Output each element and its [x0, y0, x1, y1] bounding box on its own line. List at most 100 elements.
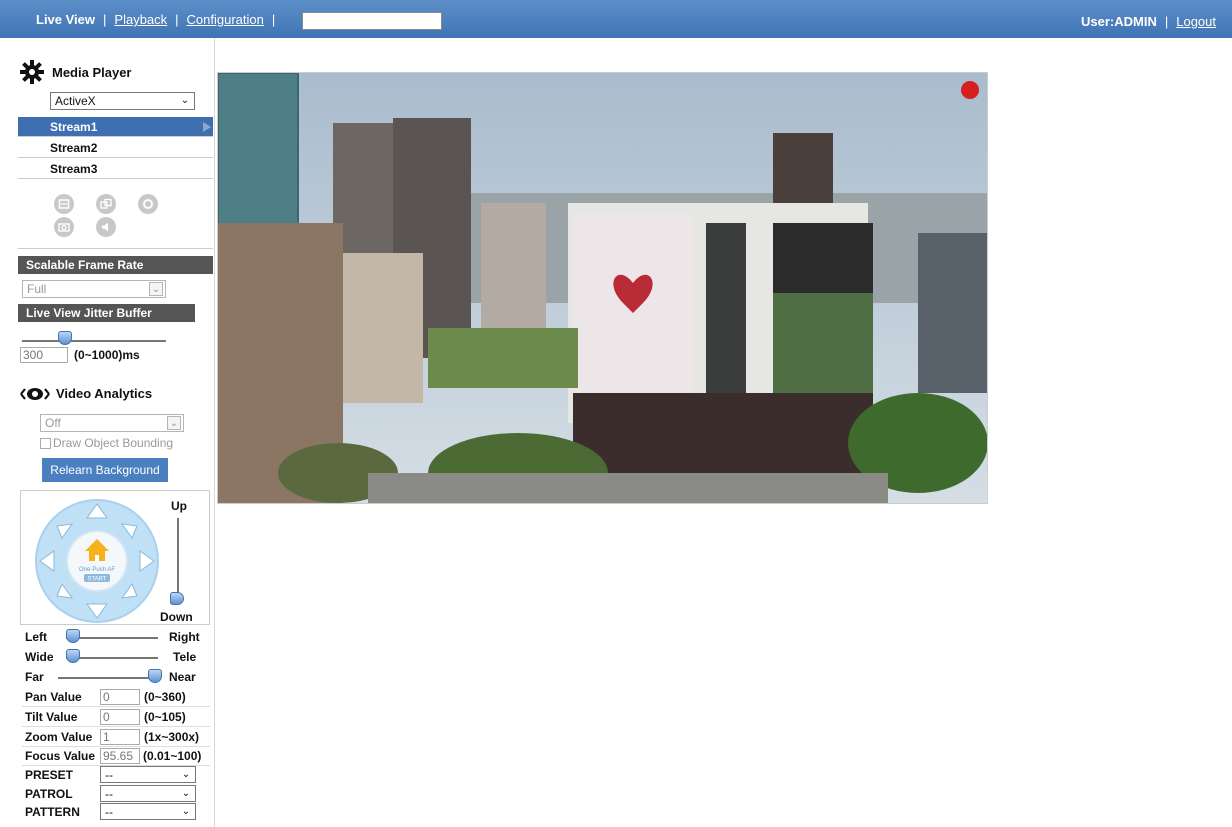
pattern-label: PATTERN: [25, 805, 80, 819]
one-push-af-label: One-Push AF: [79, 567, 115, 573]
pattern-value: --: [105, 805, 113, 819]
preset-select[interactable]: -- ⌄: [100, 766, 196, 783]
media-player-header: Media Player: [20, 60, 132, 84]
chevron-down-icon: ⌄: [427, 15, 437, 26]
stream-label: Stream2: [50, 141, 98, 155]
jitter-buffer-header: Live View Jitter Buffer Length: [18, 304, 195, 338]
draw-bounding-checkbox[interactable]: [40, 437, 51, 449]
nav-playback[interactable]: Playback: [114, 12, 167, 27]
tilt-slider-track[interactable]: [177, 518, 179, 598]
pattern-select[interactable]: -- ⌄: [100, 803, 196, 820]
city-video-frame: [218, 73, 987, 503]
speaker-icon[interactable]: [96, 217, 116, 237]
chevron-down-icon: ⌄: [181, 769, 191, 780]
focus-slider-track[interactable]: [58, 677, 158, 679]
snapshot-icon[interactable]: [54, 217, 74, 237]
stream-label: Stream3: [50, 162, 98, 176]
pan-value-label: Pan Value: [25, 690, 82, 704]
player-type-value: ActiveX: [55, 94, 96, 108]
frame-rate-header: Scalable Frame Rate: [18, 256, 213, 274]
media-player-title: Media Player: [52, 64, 132, 80]
preset-label: PRESET: [25, 768, 74, 782]
zoom-wide-label: Wide: [25, 650, 54, 664]
multi-window-icon[interactable]: [96, 194, 116, 214]
jitter-slider-track[interactable]: [22, 340, 166, 342]
relearn-background-button[interactable]: Relearn Background: [42, 458, 168, 482]
draw-bounding-label: Draw Object Bounding: [53, 436, 174, 450]
user-area: User:ADMIN | Logout: [1081, 14, 1216, 29]
nav-separator: |: [271, 12, 276, 27]
panel-divider: [214, 38, 215, 827]
stream-2-item[interactable]: Stream2: [18, 138, 213, 158]
zoom-value-input[interactable]: 1: [100, 729, 140, 745]
chevron-down-icon: ⌄: [181, 788, 191, 799]
patrol-value: --: [105, 787, 113, 801]
main-nav: Live View | Playback | Configuration |: [36, 12, 283, 27]
focus-near-label: Near: [169, 670, 196, 684]
video-analytics-header: Video Analytics: [20, 386, 152, 401]
language-select[interactable]: English ⌄: [302, 12, 442, 30]
logout-link[interactable]: Logout: [1176, 14, 1216, 29]
chevron-down-icon: ⌄: [181, 806, 191, 817]
arrow-right-icon: [203, 122, 211, 132]
jitter-slider-thumb[interactable]: [58, 331, 72, 345]
eye-icon: [20, 387, 50, 400]
user-name: User:ADMIN: [1081, 14, 1157, 29]
tilt-slider-thumb[interactable]: [170, 592, 184, 605]
pan-left-label: Left: [25, 630, 47, 644]
row-divider: [22, 746, 210, 747]
pan-value-input[interactable]: 0: [100, 689, 140, 705]
ptz-direction-pad: One-Push AF START: [35, 499, 159, 623]
nav-separator: |: [103, 12, 107, 27]
focus-value-label: Focus Value: [25, 749, 96, 763]
ptz-down-label: Down: [160, 610, 193, 624]
tilt-value-input[interactable]: 0: [100, 709, 140, 725]
nav-live-view[interactable]: Live View: [36, 12, 95, 27]
tilt-value-label: Tilt Value: [25, 710, 78, 724]
zoom-slider-thumb[interactable]: [66, 649, 80, 663]
record-icon[interactable]: [138, 194, 158, 214]
video-analytics-title: Video Analytics: [56, 386, 153, 401]
live-video-view[interactable]: [217, 72, 988, 504]
focus-slider-thumb[interactable]: [148, 669, 162, 683]
draw-bounding-row: Draw Object Bounding: [40, 436, 173, 450]
zoom-tele-label: Tele: [173, 650, 197, 664]
nav-separator: |: [1164, 14, 1169, 29]
language-value: English: [307, 14, 347, 28]
fullscreen-icon[interactable]: [54, 194, 74, 214]
pan-slider-thumb[interactable]: [66, 629, 80, 643]
player-type-select[interactable]: ActiveX ⌄: [50, 92, 195, 110]
jitter-range: (0~1000)ms: [74, 348, 140, 362]
video-analytics-select[interactable]: Off ⌄: [40, 414, 184, 432]
section-divider: [18, 248, 213, 249]
frame-rate-select[interactable]: Full ⌄: [22, 280, 166, 298]
video-analytics-value: Off: [45, 416, 61, 430]
ptz-up-label: Up: [171, 499, 187, 513]
chevron-down-icon: ⌄: [149, 282, 163, 296]
row-divider: [22, 706, 210, 707]
left-control-panel: Media Player ActiveX ⌄ Stream1 Stream2 S…: [18, 38, 213, 827]
stream-3-item[interactable]: Stream3: [18, 159, 213, 179]
nav-configuration[interactable]: Configuration: [187, 12, 264, 27]
focus-far-label: Far: [25, 670, 44, 684]
chevron-down-icon: ⌄: [180, 95, 190, 106]
patrol-select[interactable]: -- ⌄: [100, 785, 196, 802]
pan-value-range: (0~360): [144, 690, 186, 704]
recording-indicator: [961, 81, 979, 99]
pan-right-label: Right: [169, 630, 200, 644]
start-label: START: [87, 577, 106, 583]
frame-rate-value: Full: [27, 282, 47, 296]
patrol-label: PATROL: [25, 787, 73, 801]
focus-value-range: (0.01~100): [143, 749, 202, 763]
focus-value-input[interactable]: 95.65: [100, 748, 140, 764]
preset-value: --: [105, 768, 113, 782]
jitter-input[interactable]: 300: [20, 347, 68, 363]
zoom-value-label: Zoom Value: [25, 730, 93, 744]
zoom-value-range: (1x~300x): [144, 730, 200, 744]
row-divider: [22, 726, 210, 727]
chevron-down-icon: ⌄: [167, 416, 181, 430]
stream-label: Stream1: [50, 120, 98, 134]
nav-separator: |: [175, 12, 179, 27]
stream-1-item[interactable]: Stream1: [18, 117, 213, 137]
top-navigation-bar: Live View | Playback | Configuration | E…: [0, 0, 1232, 38]
